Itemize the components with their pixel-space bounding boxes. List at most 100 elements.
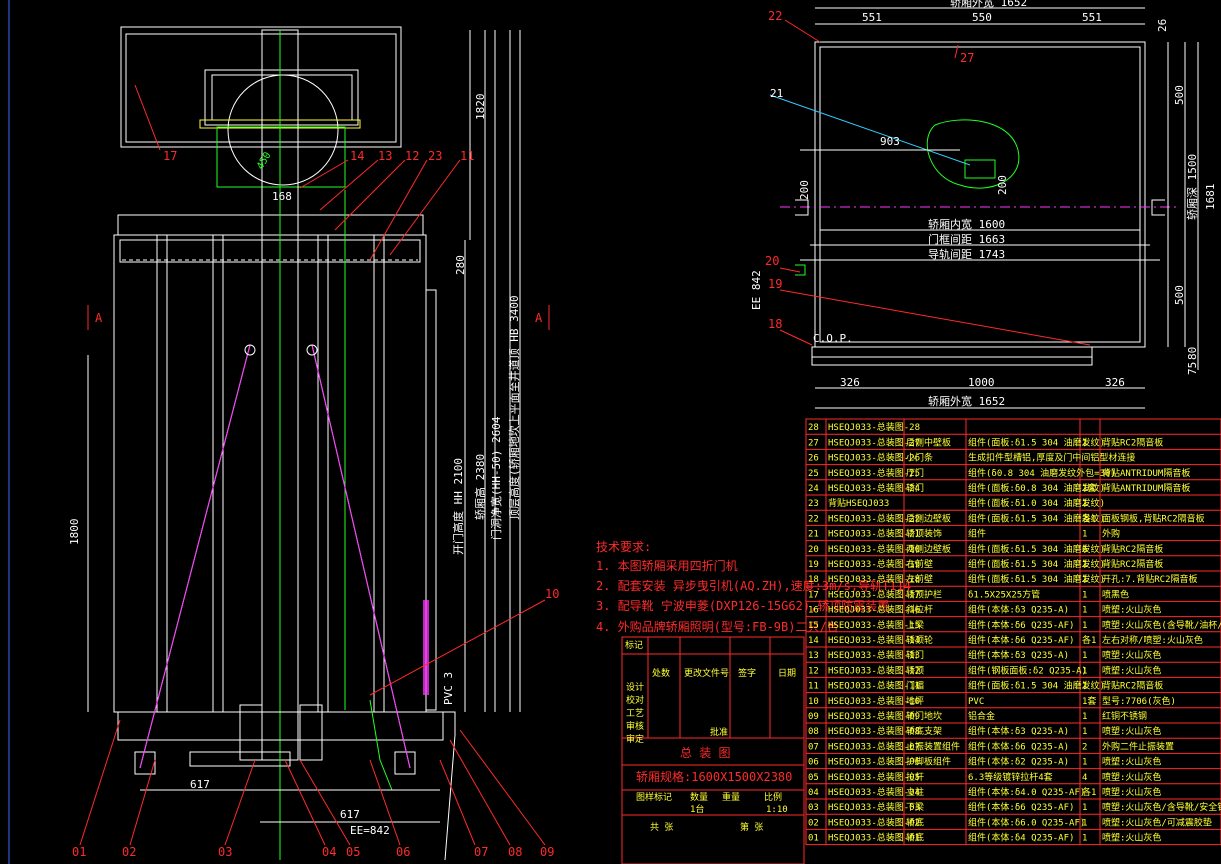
bom-cell-note: 喷塑:火山灰色(含导靴/油杯/) — [1102, 619, 1221, 631]
car-body — [113, 234, 427, 713]
bom-cell-spec: 组件(本体:δ3 Q235-A) — [968, 604, 1069, 616]
bom-cell-no: 19 — [808, 560, 819, 570]
bom-cell-name: 轿底 — [906, 832, 924, 844]
callout-04: 04 — [322, 845, 336, 859]
bom-cell-name: 左前壁 — [906, 573, 933, 585]
bom-cell-no: 27 — [808, 438, 819, 448]
dim-ee-plan: EE 842 — [750, 270, 763, 310]
tech-note-4: 4. 外购品牌轿厢照明(型号:FB-9B)二只/台 — [596, 619, 839, 634]
bom-cell-spec: 组件(δ0.8 304 油磨发纹外包=30) — [968, 467, 1116, 479]
dim-car-height: 轿厢高 2380 — [473, 454, 487, 520]
dim-200-left: 200 — [798, 180, 811, 200]
bom-cell-qty: 2 — [1082, 742, 1087, 752]
bom-cell-no: 17 — [808, 590, 819, 600]
dim-depth: 轿厢深 1500 — [1185, 154, 1199, 220]
bom-cell-qty: 1 — [1082, 666, 1087, 676]
bom-cell-note: 开孔:7.背贴RC2隔音板 — [1102, 573, 1198, 585]
bom-cell-spec: 铝合金 — [968, 710, 995, 722]
callout-18: 18 — [768, 317, 782, 331]
bom-cell-no: 02 — [808, 818, 819, 828]
bom-cell-no: 14 — [808, 636, 819, 646]
dim-200-right: 200 — [996, 175, 1009, 195]
callout-12: 12 — [405, 149, 419, 163]
bom-cell-no: 20 — [808, 545, 819, 555]
cad-drawing-canvas: A A 1820 1800 280 开门高度 HH 2100 轿厢高 2380 … — [8, 0, 1221, 864]
callout-23: 23 — [428, 149, 442, 163]
bom-cell-no: 21 — [808, 530, 819, 540]
rev-header-date: 日期 — [778, 668, 796, 679]
bom-cell-no: 10 — [808, 697, 819, 707]
callout-09: 09 — [540, 845, 554, 859]
bom-cell-spec: 组件(本体:δ6.0 Q235-AF) — [968, 816, 1085, 828]
dim-617-left: 617 — [190, 778, 210, 791]
dim-hh: 开门高度 HH 2100 — [451, 458, 465, 555]
dim-1800: 1800 — [68, 519, 81, 546]
bom-cell-spec: 组件(本体:δ6 Q235-AF) — [968, 801, 1074, 813]
bom-cell-code: 背贴HSEQJ033 — [828, 497, 889, 509]
bom-cell-no: 26 — [808, 454, 819, 464]
bom-cell-qty: 1 — [1082, 727, 1087, 737]
bom-cell-no: 05 — [808, 773, 819, 783]
stage-header-weight: 重量 — [722, 791, 740, 803]
bom-cell-no: 08 — [808, 727, 819, 737]
bom-cell-name: 止振装置组件 — [906, 740, 960, 752]
bom-cell-code: HSEQJ033-总装图-28 — [828, 421, 920, 433]
bom-cell-note: 喷塑:火山灰色 — [1102, 604, 1161, 616]
bom-cell-note: 左右对称/喷塑:火山灰色 — [1102, 634, 1203, 646]
dim-bottom-a: 326 — [840, 376, 860, 389]
bom-cell-qty: 1 — [1082, 621, 1087, 631]
dim-angle: 450 — [255, 150, 274, 171]
bom-cell-note: 外购二件止振装置 — [1102, 740, 1174, 752]
stage-header-scale: 比例 — [764, 791, 782, 803]
bom-cell-qty: 1套 — [1082, 482, 1096, 494]
bom-cell-name: 拉杆 — [906, 771, 924, 783]
bom-cell-note: 背贴RC2隔音板 — [1102, 543, 1163, 555]
bom-cell-qty: 1 — [1082, 834, 1087, 844]
bom-cell-no: 06 — [808, 758, 819, 768]
dim-pvc: PVC 3 — [442, 672, 455, 705]
bom-cell-name: 轿顶 — [906, 664, 924, 676]
bom-cell-name: 轿底 — [906, 816, 924, 828]
drawing-name: 总 装 图 — [680, 746, 730, 760]
callout-14: 14 — [350, 149, 364, 163]
role-approve-stage: 审定 — [626, 733, 644, 745]
bom-cell-qty: 6 — [1082, 545, 1087, 555]
callout-19: 19 — [768, 277, 782, 291]
role-process: 工艺 — [626, 708, 644, 719]
dim-top-b: 550 — [972, 11, 992, 24]
bom-cell-qty: 1 — [1082, 651, 1087, 661]
bom-cell-spec: PVC — [968, 697, 984, 707]
bom-cell-name: 上梁 — [906, 619, 924, 631]
dim-903: 903 — [880, 135, 900, 148]
sheave-frame — [216, 126, 346, 188]
bom-cell-note: 喷塑:火山灰色/可减震胶垫 — [1102, 816, 1212, 828]
dim-80: 80 — [1186, 347, 1199, 360]
bom-cell-qty: 1 — [1082, 758, 1087, 768]
bom-cell-note: 背贴ANTRIDUM隔音板 — [1102, 482, 1190, 494]
bom-cell-qty: 1 — [1082, 590, 1087, 600]
dim-top-a: 551 — [862, 11, 882, 24]
bom-cell-name: 门楣 — [906, 680, 924, 692]
dim-1820: 1820 — [474, 94, 487, 121]
bom-cell-no: 01 — [808, 834, 819, 844]
bom-cell-qty: 4 — [1082, 773, 1087, 783]
bom-cell-no: 23 — [808, 499, 819, 509]
bom-cell-no: 12 — [808, 666, 819, 676]
role-design: 设计 — [626, 681, 644, 693]
callout-02: 02 — [122, 845, 136, 859]
bom-cell-name: 厅门 — [906, 467, 924, 479]
bom-cell-name: 地坪 — [906, 695, 924, 707]
bom-cell-qty: 1 — [1082, 560, 1087, 570]
tech-note-1: 1. 本图轿厢采用四折门机 — [596, 558, 738, 573]
bom-cell-spec: 组件(本体:δ6 Q235-AF) — [968, 619, 1074, 631]
bom-table: 28 HSEQJ033-总装图-2827 HSEQJ033-总装图-27后侧中壁板组… — [805, 418, 1221, 846]
sheet-number: 第 张 — [740, 821, 763, 833]
rev-header-mark: 标记 — [625, 639, 643, 651]
bom-cell-spec: 生成扣件型槽铝,厚度及门中间铝型材连接 — [968, 452, 1135, 464]
bom-cell-name: 下梁 — [906, 801, 924, 813]
dim-168: 168 — [272, 190, 292, 203]
bom-cell-name: 后侧中壁板 — [906, 436, 951, 448]
dim-door-frame: 门框间距 1663 — [928, 232, 1005, 246]
bom-cell-note: 型号:7706(灰色) — [1102, 695, 1176, 707]
bom-cell-no: 22 — [808, 514, 819, 524]
